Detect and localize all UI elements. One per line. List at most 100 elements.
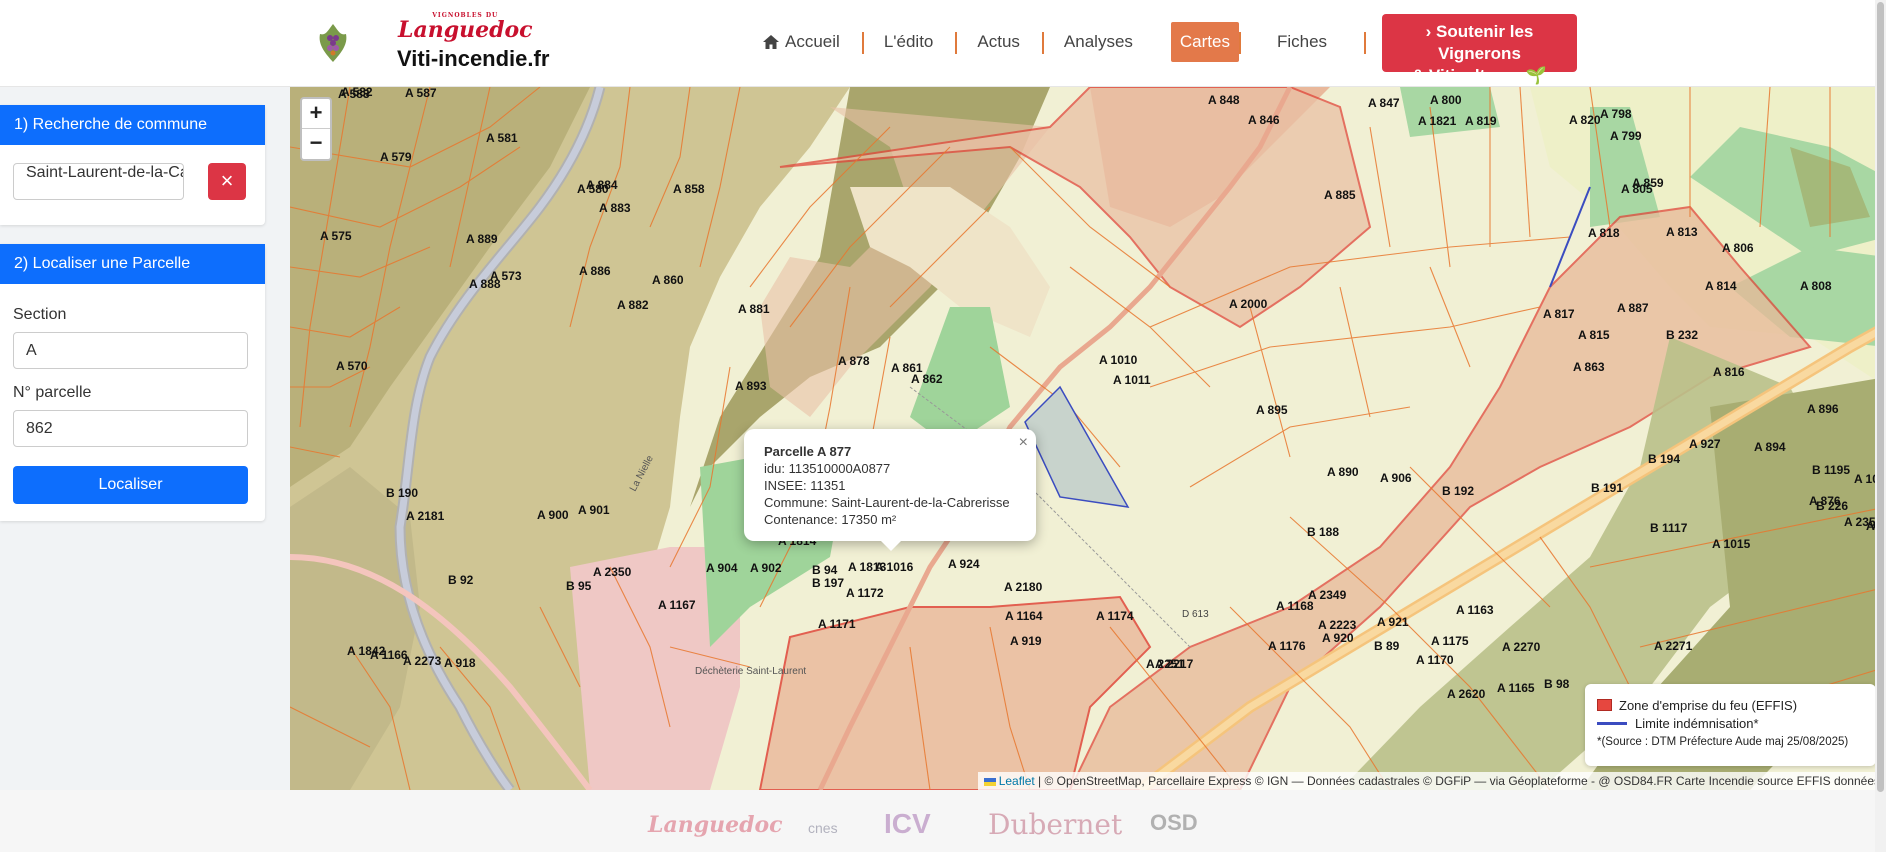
parcel-label[interactable]: A 1174: [1096, 609, 1134, 623]
parcel-label[interactable]: A 895: [1256, 403, 1288, 417]
parcel-label[interactable]: A 2273: [403, 654, 442, 668]
parcel-label[interactable]: A 2181: [406, 509, 445, 523]
parcel-label[interactable]: B 190: [386, 486, 418, 500]
page-scrollbar[interactable]: [1875, 0, 1886, 852]
parcel-label[interactable]: A 904: [706, 561, 738, 575]
parcel-label[interactable]: B 188: [1307, 525, 1339, 539]
parcel-label[interactable]: A 918: [444, 656, 476, 670]
parcel-label[interactable]: A 883: [599, 201, 631, 215]
parcel-label[interactable]: A 581: [486, 131, 518, 145]
parcel-label[interactable]: A 1168: [1276, 599, 1314, 613]
parcel-label[interactable]: A 863: [1573, 360, 1605, 374]
parcel-label[interactable]: A 919: [1010, 634, 1042, 648]
parcel-label[interactable]: A 878: [838, 354, 870, 368]
parcel-label[interactable]: A 1171: [818, 617, 856, 631]
parcel-label[interactable]: A 1165: [1497, 681, 1535, 695]
parcel-label[interactable]: A 2270: [1502, 640, 1541, 654]
parcel-label[interactable]: A 882: [617, 298, 649, 312]
scrollbar-thumb[interactable]: [1877, 2, 1884, 792]
parcel-label[interactable]: A 820: [1569, 113, 1601, 127]
parcel-label[interactable]: A 814: [1705, 279, 1737, 293]
parcel-label[interactable]: B 94: [812, 563, 838, 577]
parcel-label[interactable]: B 89: [1374, 639, 1400, 653]
cnes-logo[interactable]: cnes: [808, 820, 838, 836]
grape-leaf-logo-icon[interactable]: [316, 22, 350, 64]
parcel-label[interactable]: B 197: [812, 576, 844, 590]
parcel-label[interactable]: A 920: [1322, 631, 1354, 645]
site-title[interactable]: Viti-incendie.fr: [397, 46, 549, 72]
close-icon[interactable]: ×: [1019, 434, 1028, 451]
parcel-label[interactable]: A 848: [1208, 93, 1240, 107]
parcel-label[interactable]: A 815: [1578, 328, 1610, 342]
section-input[interactable]: [13, 332, 248, 369]
parcel-number-input[interactable]: [13, 410, 248, 447]
parcel-label[interactable]: A 1170: [1416, 653, 1454, 667]
parcel-label[interactable]: A 901: [578, 503, 610, 517]
brand-logo[interactable]: VIGNOBLES DU Languedoc: [398, 12, 533, 43]
parcel-label[interactable]: B 1195: [1812, 463, 1850, 477]
parcel-label[interactable]: A 1172: [846, 586, 884, 600]
parcel-label[interactable]: A 858: [673, 182, 705, 196]
parcel-label[interactable]: A 885: [1324, 188, 1356, 202]
parcel-label[interactable]: A 894: [1754, 440, 1786, 454]
osd-logo[interactable]: OSD: [1150, 810, 1198, 836]
parcel-label[interactable]: A 1167: [658, 598, 696, 612]
parcel-label[interactable]: A 881: [738, 302, 770, 316]
parcel-label[interactable]: A 819: [1465, 114, 1497, 128]
parcel-label[interactable]: A 900: [537, 508, 569, 522]
parcel-label[interactable]: A 847: [1368, 96, 1400, 110]
parcel-label[interactable]: A 846: [1248, 113, 1280, 127]
parcel-label[interactable]: A 1163: [1456, 603, 1494, 617]
leaflet-link[interactable]: Leaflet: [999, 774, 1035, 788]
nav-analyses[interactable]: Analyses: [1041, 22, 1155, 62]
parcel-label[interactable]: A 1015: [1712, 537, 1751, 551]
parcel-label[interactable]: A 2223: [1318, 618, 1357, 632]
parcel-label[interactable]: A 921: [1377, 615, 1409, 629]
parcel-label[interactable]: A 1164: [1005, 609, 1043, 623]
parcel-label[interactable]: A 808: [1800, 279, 1832, 293]
map-container[interactable]: A 800 A 583 A 582 A 587 A 848 A 847 A 846 A 182…: [290, 87, 1886, 790]
parcel-label[interactable]: A 2349: [1308, 588, 1347, 602]
parcel-label[interactable]: B 1117: [1650, 521, 1688, 535]
parcel-label[interactable]: A 1176: [1268, 639, 1306, 653]
parcel-label[interactable]: A 862: [911, 372, 943, 386]
parcel-label[interactable]: A 902: [750, 561, 782, 575]
parcel-label[interactable]: B 226: [1816, 499, 1848, 513]
parcel-label[interactable]: A 1010: [1099, 353, 1138, 367]
parcel-label[interactable]: A 2271: [1654, 639, 1693, 653]
parcel-label[interactable]: A 1016: [875, 560, 914, 574]
parcel-label[interactable]: A 579: [380, 150, 412, 164]
support-winegrowers-button[interactable]: › Soutenir les Vignerons & Viticulteurs …: [1382, 14, 1577, 85]
parcel-label[interactable]: B 95: [566, 579, 592, 593]
parcel-label[interactable]: A 799: [1610, 129, 1642, 143]
zoom-in-button[interactable]: +: [302, 99, 330, 129]
parcel-label[interactable]: A 896: [1807, 402, 1839, 416]
parcel-label[interactable]: A 587: [405, 87, 437, 100]
parcel-label[interactable]: A 2180: [1004, 580, 1043, 594]
parcel-label[interactable]: A 927: [1689, 437, 1721, 451]
parcel-label[interactable]: A 1821: [1418, 114, 1457, 128]
parcel-label[interactable]: A 580: [577, 182, 609, 196]
parcel-label[interactable]: A 860: [652, 273, 684, 287]
parcel-label[interactable]: A 890: [1327, 465, 1359, 479]
nav-fiches[interactable]: Fiches: [1238, 22, 1349, 62]
parcel-label[interactable]: A 888: [469, 277, 501, 291]
parcel-label[interactable]: A 886: [579, 264, 611, 278]
parcel-label[interactable]: A 800: [1430, 93, 1462, 107]
parcel-label[interactable]: A 2350: [593, 565, 632, 579]
parcel-label[interactable]: A 805: [1621, 182, 1653, 196]
parcel-label[interactable]: A 818: [1588, 226, 1620, 240]
parcel-label[interactable]: A 906: [1380, 471, 1412, 485]
zoom-out-button[interactable]: −: [302, 129, 330, 159]
commune-input[interactable]: Saint-Laurent-de-la-Cabrerisse: [13, 163, 184, 200]
parcel-label[interactable]: A 816: [1713, 365, 1745, 379]
parcel-label[interactable]: B 191: [1591, 481, 1623, 495]
parcel-label[interactable]: A 889: [466, 232, 498, 246]
parcel-label[interactable]: A 817: [1543, 307, 1575, 321]
parcel-label[interactable]: B 92: [448, 573, 474, 587]
nav-edito[interactable]: L'édito: [861, 22, 956, 62]
parcel-label[interactable]: B 98: [1544, 677, 1570, 691]
nav-accueil[interactable]: Accueil: [740, 22, 862, 62]
parcel-label[interactable]: A 1175: [1431, 634, 1469, 648]
parcel-label[interactable]: A 1011: [1113, 373, 1151, 387]
